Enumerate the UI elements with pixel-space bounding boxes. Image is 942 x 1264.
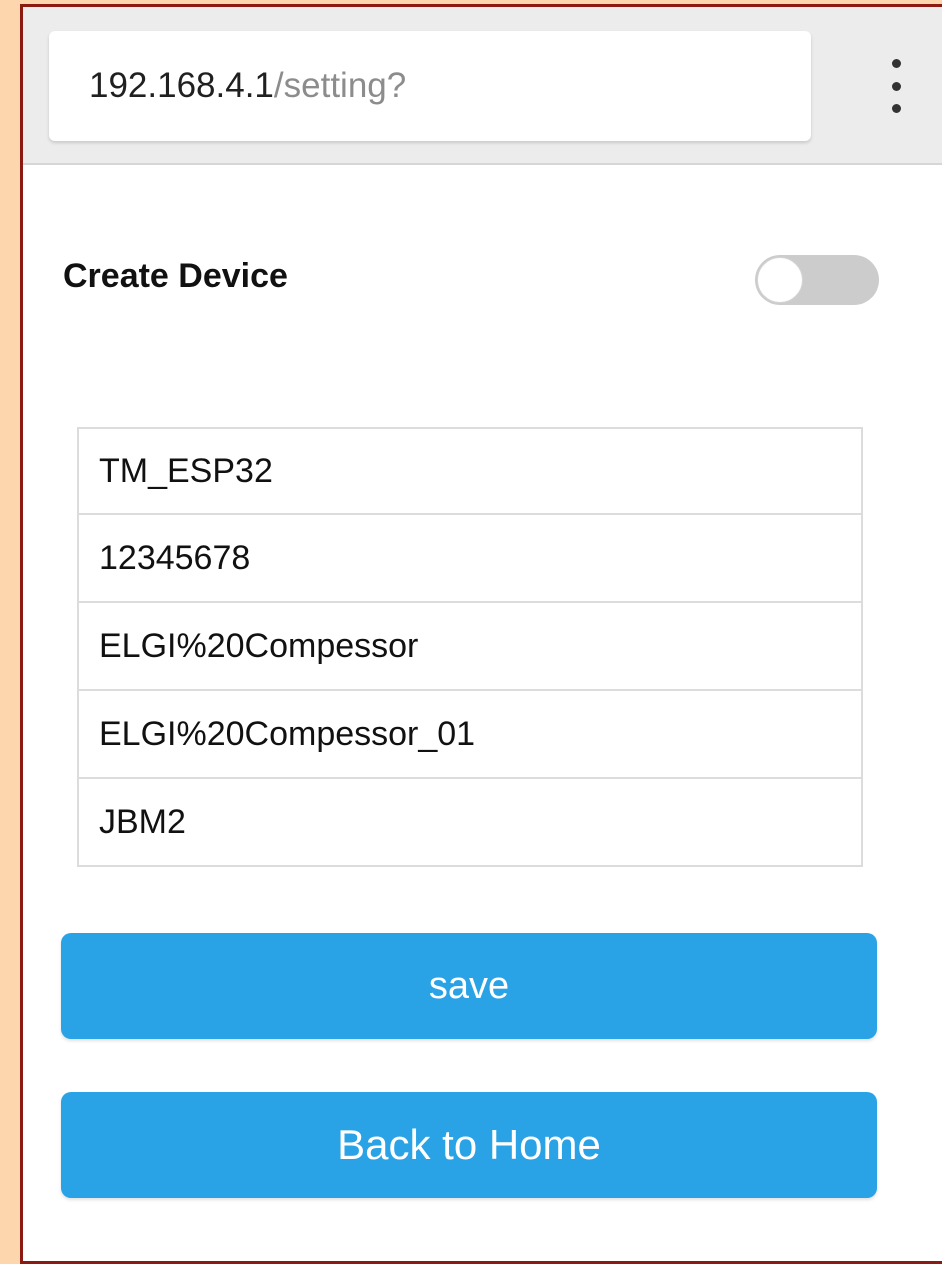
device-id-field[interactable]: ELGI%20Compessor_01 <box>77 691 863 779</box>
menu-dot <box>891 59 901 68</box>
toggle-knob <box>757 257 803 303</box>
ssid-field[interactable]: TM_ESP32 <box>77 427 863 515</box>
menu-dot <box>891 81 901 91</box>
back-to-home-button[interactable]: Back to Home <box>61 1092 877 1198</box>
menu-dot <box>891 104 901 113</box>
create-device-toggle[interactable] <box>755 255 879 305</box>
create-device-label: Create Device <box>63 257 288 295</box>
device-name-field[interactable]: ELGI%20Compessor <box>77 603 863 691</box>
settings-field-list: TM_ESP32 12345678 ELGI%20Compessor ELGI%… <box>77 427 863 867</box>
location-field[interactable]: JBM2 <box>77 779 863 867</box>
password-field[interactable]: 12345678 <box>77 515 863 603</box>
more-vertical-icon[interactable] <box>881 59 911 113</box>
browser-toolbar: 192.168.4.1/setting? <box>23 7 942 165</box>
save-button[interactable]: save <box>61 933 877 1039</box>
phone-screen: 192.168.4.1/setting? Create Device TM_ES… <box>20 4 942 1264</box>
address-bar[interactable]: 192.168.4.1/setting? <box>49 31 811 141</box>
url-host: 192.168.4.1 <box>89 66 274 105</box>
url-path: /setting? <box>273 66 407 105</box>
